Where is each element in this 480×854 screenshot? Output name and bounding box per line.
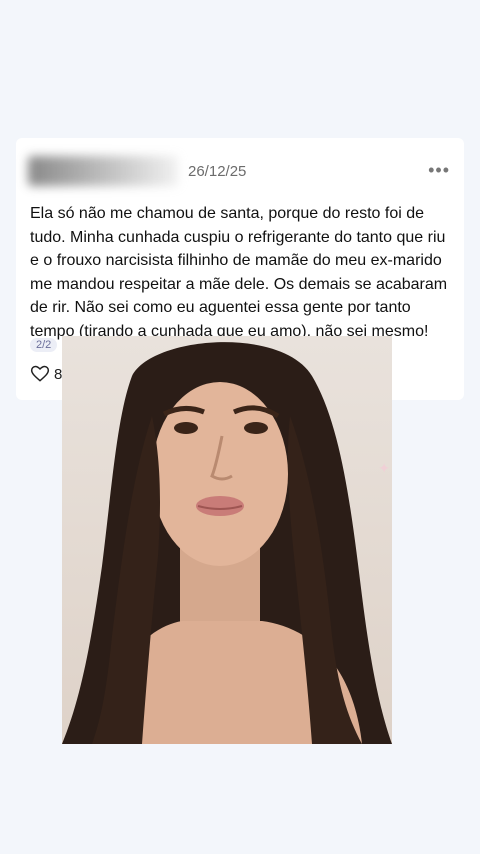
more-dots-icon[interactable]: ••• bbox=[428, 160, 450, 181]
post-text: Ela só não me chamou de santa, porque do… bbox=[30, 205, 448, 340]
sparkle-decoration: ✦ bbox=[378, 460, 390, 476]
page-indicator-badge: 2/2 bbox=[30, 338, 58, 352]
heart-icon bbox=[30, 365, 50, 382]
video-overlay bbox=[62, 336, 392, 744]
blurred-avatar-and-username bbox=[28, 156, 178, 186]
author-area[interactable] bbox=[28, 156, 198, 186]
post-date: 26/12/25 bbox=[188, 163, 247, 180]
